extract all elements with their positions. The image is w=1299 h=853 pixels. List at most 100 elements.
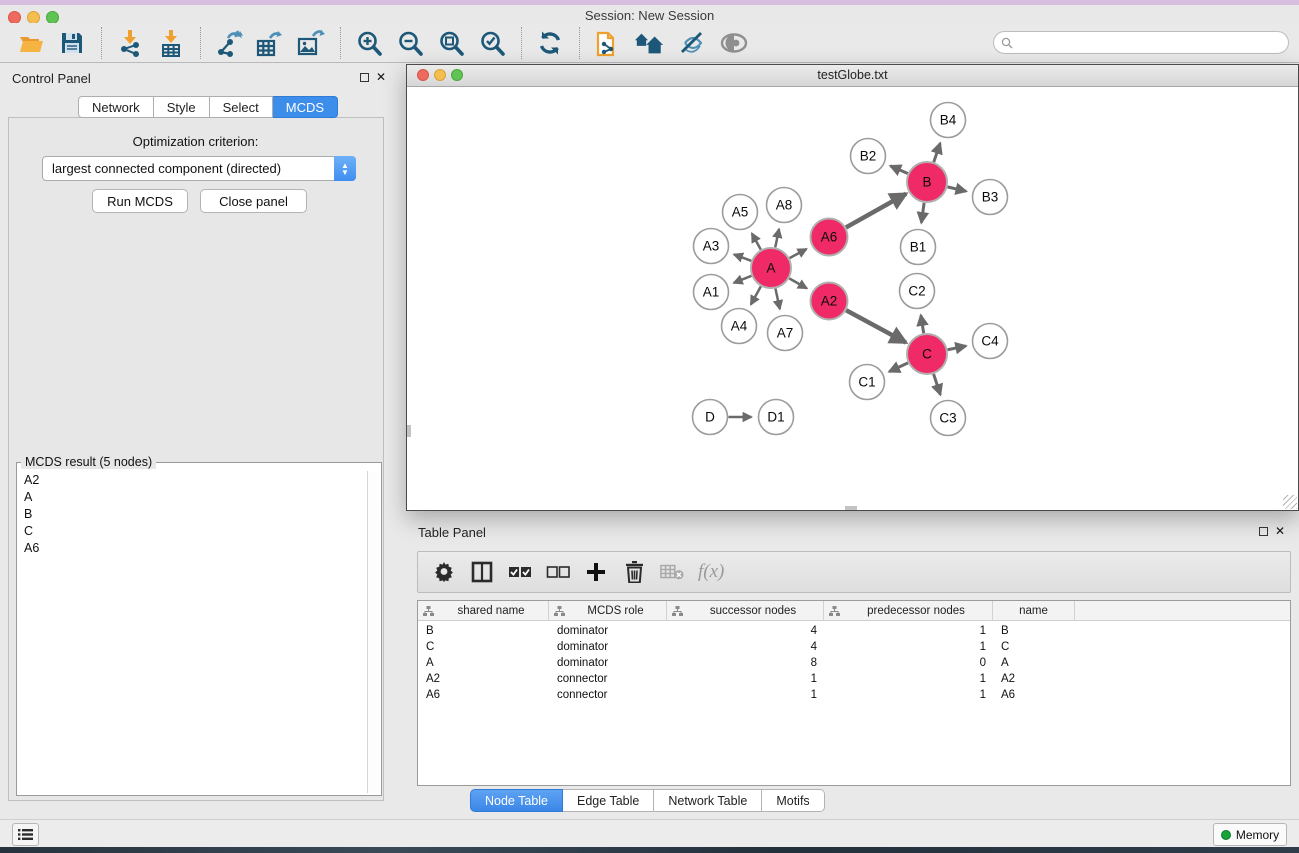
delete-column-icon[interactable] [622, 560, 646, 584]
graph-edge-B-B3[interactable] [947, 187, 966, 191]
cell-successor-nodes[interactable]: 8 [667, 655, 824, 671]
zoom-in-icon[interactable] [354, 28, 384, 58]
cell-MCDS-role[interactable]: connector [549, 687, 667, 703]
search-input[interactable] [1017, 36, 1288, 50]
memory-button[interactable]: Memory [1213, 823, 1287, 846]
cell-predecessor-nodes[interactable]: 1 [824, 687, 993, 703]
graph-node-C3[interactable]: C3 [931, 401, 966, 436]
graph-edge-C-C1[interactable] [889, 363, 908, 372]
cell-shared-name[interactable]: A2 [418, 671, 549, 687]
graph-node-C1[interactable]: C1 [850, 365, 885, 400]
cell-successor-nodes[interactable]: 4 [667, 623, 824, 639]
network-canvas[interactable]: B4B2BB3B1A5A8A3A6AA1A2C2A4A7C4CC1C3DD1 [407, 87, 1298, 510]
tab-node-table[interactable]: Node Table [470, 789, 563, 812]
graph-edge-A-A6[interactable] [790, 249, 807, 258]
table-row-A2[interactable]: A2connector11A2 [418, 671, 1290, 687]
cell-successor-nodes[interactable]: 1 [667, 671, 824, 687]
graph-edge-A-A1[interactable] [734, 276, 752, 283]
cell-name[interactable]: A2 [993, 671, 1075, 687]
graph-node-B2[interactable]: B2 [851, 139, 886, 174]
graph-node-B1[interactable]: B1 [901, 230, 936, 265]
graph-node-C2[interactable]: C2 [900, 274, 935, 309]
save-session-icon[interactable] [57, 28, 87, 58]
cell-MCDS-role[interactable]: connector [549, 671, 667, 687]
graph-edge-A-A4[interactable] [751, 286, 761, 304]
graph-edge-C-C3[interactable] [934, 374, 941, 395]
cell-successor-nodes[interactable]: 1 [667, 687, 824, 703]
export-table-icon[interactable] [255, 28, 285, 58]
cell-name[interactable]: A [993, 655, 1075, 671]
add-column-icon[interactable] [584, 560, 608, 584]
tab-edge-table[interactable]: Edge Table [563, 789, 654, 812]
cell-predecessor-nodes[interactable]: 1 [824, 639, 993, 655]
graph-edge-A6-B[interactable] [846, 194, 906, 228]
network-vscroll-thumb[interactable] [407, 425, 411, 437]
graph-node-A1[interactable]: A1 [694, 275, 729, 310]
show-graphics-icon[interactable] [719, 28, 749, 58]
graph-edge-A-A3[interactable] [734, 254, 751, 260]
table-row-A6[interactable]: A6connector11A6 [418, 687, 1290, 703]
table-row-C[interactable]: Cdominator41C [418, 639, 1290, 655]
graph-node-A2[interactable]: A2 [811, 283, 848, 320]
zoom-selected-icon[interactable] [477, 28, 507, 58]
refresh-icon[interactable] [535, 28, 565, 58]
graph-edge-A2-C[interactable] [846, 310, 906, 342]
column-header-predecessor-nodes[interactable]: predecessor nodes [824, 601, 993, 621]
cell-name[interactable]: A6 [993, 687, 1075, 703]
graph-node-A[interactable]: A [751, 248, 791, 288]
graph-node-A6[interactable]: A6 [811, 219, 848, 256]
task-history-button[interactable] [12, 823, 39, 846]
cell-shared-name[interactable]: A [418, 655, 549, 671]
graph-node-D[interactable]: D [693, 400, 728, 435]
cell-successor-nodes[interactable]: 4 [667, 639, 824, 655]
mcds-result-item[interactable]: C [18, 522, 366, 539]
cell-name[interactable]: B [993, 623, 1075, 639]
column-header-successor-nodes[interactable]: successor nodes [667, 601, 824, 621]
cell-MCDS-role[interactable]: dominator [549, 655, 667, 671]
tab-network-table[interactable]: Network Table [654, 789, 762, 812]
optimization-criterion-select[interactable]: largest connected component (directed) ▲… [42, 156, 356, 181]
tab-mcds[interactable]: MCDS [273, 96, 338, 118]
zoom-fit-icon[interactable] [436, 28, 466, 58]
export-image-icon[interactable] [296, 28, 326, 58]
graph-node-A8[interactable]: A8 [767, 188, 802, 223]
graph-node-B[interactable]: B [907, 162, 947, 202]
column-header-shared-name[interactable]: shared name [418, 601, 549, 621]
graph-node-D1[interactable]: D1 [759, 400, 794, 435]
graph-edge-A-A8[interactable] [775, 229, 779, 247]
graph-edge-A-A5[interactable] [752, 233, 761, 249]
home-icon[interactable] [634, 28, 664, 58]
graph-node-B3[interactable]: B3 [973, 180, 1008, 215]
cell-MCDS-role[interactable]: dominator [549, 623, 667, 639]
mcds-result-item[interactable]: B [18, 505, 366, 522]
table-row-B[interactable]: Bdominator41B [418, 623, 1290, 639]
graph-edge-C-C4[interactable] [948, 346, 966, 350]
columns-icon[interactable] [470, 560, 494, 584]
cell-MCDS-role[interactable]: dominator [549, 639, 667, 655]
graph-node-B4[interactable]: B4 [931, 103, 966, 138]
close-panel-button[interactable]: Close panel [200, 189, 307, 213]
window-resize-grip[interactable] [1283, 495, 1297, 509]
cell-shared-name[interactable]: B [418, 623, 549, 639]
close-panel-icon[interactable]: ✕ [376, 72, 386, 82]
gear-icon[interactable] [432, 560, 456, 584]
cell-name[interactable]: C [993, 639, 1075, 655]
zoom-out-icon[interactable] [395, 28, 425, 58]
network-window-titlebar[interactable]: testGlobe.txt [407, 65, 1298, 87]
cell-predecessor-nodes[interactable]: 0 [824, 655, 993, 671]
tab-motifs[interactable]: Motifs [762, 789, 824, 812]
graph-edge-A-A2[interactable] [789, 278, 807, 288]
cell-predecessor-nodes[interactable]: 1 [824, 623, 993, 639]
open-session-icon[interactable] [16, 28, 46, 58]
session-details-icon[interactable] [593, 28, 623, 58]
tab-network[interactable]: Network [78, 96, 154, 118]
graph-edge-B-B4[interactable] [934, 143, 940, 162]
graph-edge-B-B2[interactable] [890, 166, 907, 174]
unselect-all-columns-icon[interactable] [546, 560, 570, 584]
graph-node-A4[interactable]: A4 [722, 309, 757, 344]
float-table-panel-icon[interactable] [1259, 527, 1268, 536]
table-row-A[interactable]: Adominator80A [418, 655, 1290, 671]
select-all-columns-icon[interactable] [508, 560, 532, 584]
graph-edge-B-B1[interactable] [921, 203, 924, 223]
column-header-name[interactable]: name [993, 601, 1075, 621]
